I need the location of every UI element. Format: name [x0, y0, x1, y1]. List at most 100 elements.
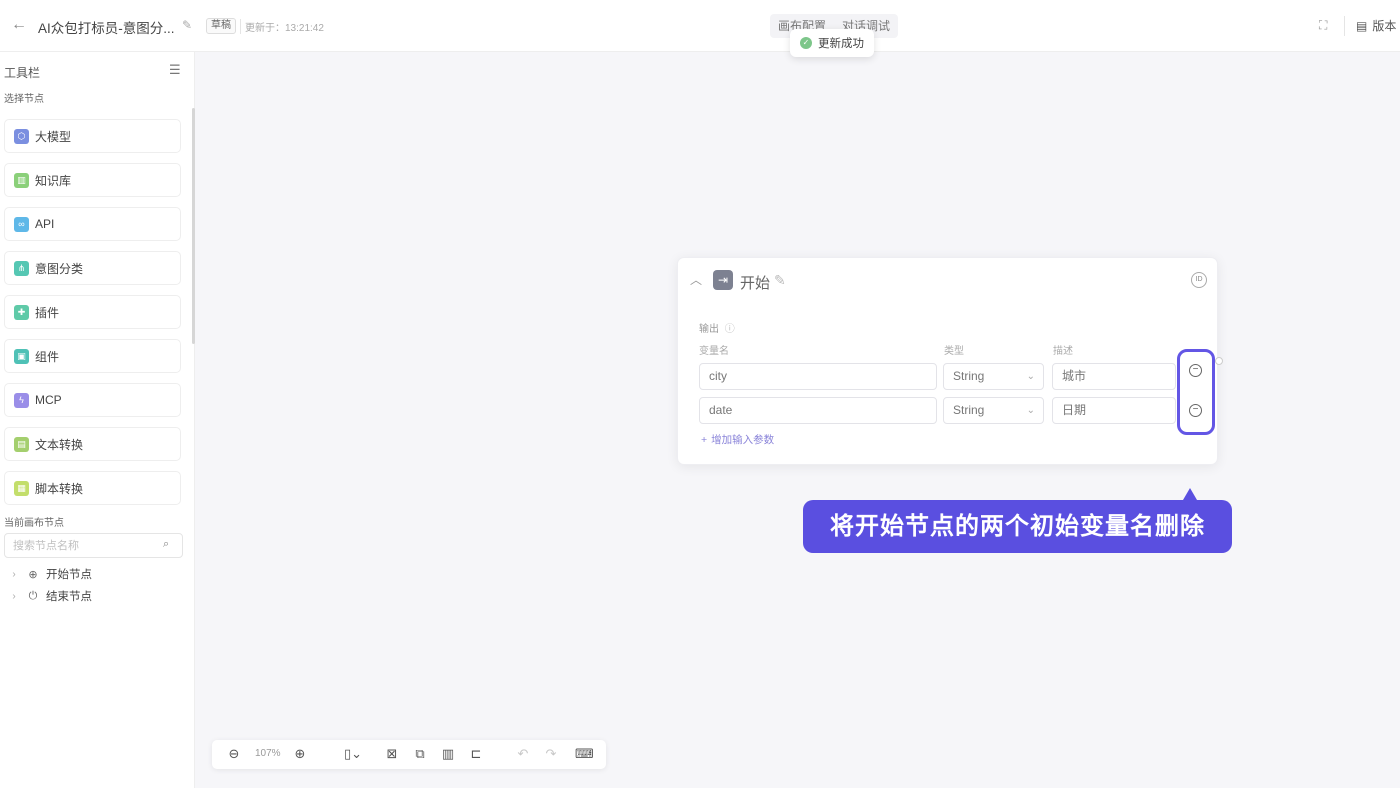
chevron-up-icon[interactable]: ︿: [690, 271, 702, 288]
node-item-intent[interactable]: ⋔ 意图分类: [4, 251, 181, 285]
select-node-label: 选择节点: [4, 94, 44, 105]
node-item-label: API: [35, 217, 55, 231]
add-param-button[interactable]: + 增加输入参数: [701, 432, 774, 447]
edit-icon[interactable]: ✎: [774, 272, 786, 289]
header-divider: [1344, 16, 1345, 36]
node-item-knowledge[interactable]: ▥ 知识库: [4, 163, 181, 197]
bolt-icon: ϟ: [14, 392, 29, 408]
plus-icon: +: [701, 433, 708, 446]
tree-item-end[interactable]: › ⏻ 结束节点: [8, 587, 92, 605]
keyboard-icon[interactable]: ⌨: [575, 745, 594, 763]
node-item-label: 知识库: [35, 173, 72, 188]
var-desc-field[interactable]: 日期: [1052, 397, 1176, 424]
layout-icon[interactable]: ▥: [440, 745, 456, 763]
add-param-label: 增加输入参数: [711, 434, 775, 446]
var-type-select[interactable]: String ⌄: [943, 397, 1044, 424]
zoom-level: 107%: [255, 748, 281, 759]
tree-item-label: 结束节点: [46, 591, 92, 603]
col-header-desc: 描述: [1053, 346, 1073, 357]
minus-circle-icon[interactable]: −: [1189, 364, 1202, 377]
canvas-nodes-label: 当前画布节点: [4, 518, 64, 529]
minimap-icon[interactable]: ⧉: [412, 745, 428, 763]
node-item-api[interactable]: ∞ API: [4, 207, 181, 241]
toolbar-sidebar: 工具栏 ☰ 选择节点 ⬡ 大模型 ▥ 知识库 ∞ API ⋔ 意图分类 ✚ 插件…: [0, 52, 195, 788]
updated-timestamp: 更新于：13:21:42: [240, 19, 324, 34]
node-item-label: MCP: [35, 393, 62, 407]
node-item-label: 脚本转换: [35, 481, 84, 496]
output-section-label: 输出 ⓘ: [699, 320, 735, 335]
fullscreen-icon[interactable]: ⛶: [1319, 18, 1333, 32]
version-label: 版本: [1372, 19, 1397, 33]
plugin-icon: ✚: [14, 304, 29, 320]
node-title: 开始: [740, 275, 771, 292]
component-icon: ▣: [14, 348, 29, 364]
var-desc-field[interactable]: 城市: [1052, 363, 1176, 390]
redo-icon[interactable]: ↷: [543, 745, 559, 763]
undo-icon[interactable]: ↶: [515, 745, 531, 763]
chevron-down-icon: ⌄: [1026, 405, 1035, 416]
node-item-plugin[interactable]: ✚ 插件: [4, 295, 181, 329]
zoom-in-icon[interactable]: ⊕: [292, 745, 308, 763]
chevron-down-icon: ⌄: [1026, 371, 1035, 382]
start-node-icon: ⇥: [713, 270, 733, 290]
node-item-component[interactable]: ▣ 组件: [4, 339, 181, 373]
tree-item-start[interactable]: › ⊕ 开始节点: [8, 565, 92, 583]
app-title: AI众包打标员-意图分...: [38, 21, 175, 36]
book-icon: ▥: [14, 172, 29, 188]
node-item-script-convert[interactable]: ▦ 脚本转换: [4, 471, 181, 505]
output-port[interactable]: [1215, 357, 1223, 365]
toast-message: 更新成功: [818, 38, 864, 50]
id-badge-icon[interactable]: ID: [1191, 272, 1207, 288]
top-header: ← AI众包打标员-意图分... ✎ 草稿 更新于：13:21:42 画布配置 …: [0, 0, 1400, 57]
draft-badge: 草稿: [206, 18, 236, 34]
node-item-label: 意图分类: [35, 261, 84, 276]
instruction-callout: 将开始节点的两个初始变量名删除: [803, 500, 1232, 553]
cube-icon: ⬡: [14, 128, 29, 144]
version-button[interactable]: ▤ 版本: [1356, 17, 1396, 34]
var-name-field[interactable]: city: [699, 363, 937, 390]
edit-title-icon[interactable]: ✎: [182, 18, 196, 32]
chevron-right-icon[interactable]: ›: [8, 591, 20, 602]
canvas-toolbar: ⊖ 107% ⊕ ▯⌄ ⊠ ⧉ ▥ ⊏ ↶ ↷ ⌨: [212, 740, 606, 769]
output-label: 输出: [699, 324, 719, 335]
script-icon: ▦: [14, 480, 29, 496]
start-node-card[interactable]: ︿ ⇥ 开始 ✎ ID 输出 ⓘ 变量名 类型 描述 city String ⌄…: [677, 257, 1223, 465]
node-item-mcp[interactable]: ϟ MCP: [4, 383, 181, 417]
power-icon: ⏻: [28, 589, 38, 602]
success-toast: ✓ 更新成功: [790, 29, 874, 57]
start-icon: ⊕: [28, 568, 38, 581]
node-item-llm[interactable]: ⬡ 大模型: [4, 119, 181, 153]
zoom-out-icon[interactable]: ⊖: [226, 745, 242, 763]
search-node-input[interactable]: [4, 533, 183, 558]
menu-icon[interactable]: ☰: [169, 62, 181, 78]
help-icon[interactable]: ⓘ: [725, 324, 735, 335]
callout-arrow: [1183, 488, 1197, 500]
var-type-value: String: [953, 403, 985, 417]
var-type-select[interactable]: String ⌄: [943, 363, 1044, 390]
col-header-name: 变量名: [699, 346, 729, 357]
var-type-value: String: [953, 369, 985, 383]
col-header-type: 类型: [944, 346, 964, 357]
sidebar-scrollbar[interactable]: [192, 108, 195, 344]
node-item-label: 大模型: [35, 129, 72, 144]
highlight-annotation: [1177, 349, 1215, 435]
node-item-label: 插件: [35, 305, 60, 320]
link-icon: ∞: [14, 216, 29, 232]
align-icon[interactable]: ⊏: [468, 745, 484, 763]
mouse-mode-icon[interactable]: ▯⌄: [340, 745, 366, 763]
fit-view-icon[interactable]: ⊠: [384, 745, 400, 763]
search-icon[interactable]: ⌕: [163, 538, 169, 551]
chevron-right-icon[interactable]: ›: [8, 569, 20, 580]
tree-item-label: 开始节点: [46, 569, 92, 581]
back-arrow-icon[interactable]: ←: [10, 16, 28, 34]
branch-icon: ⋔: [14, 260, 29, 276]
node-item-label: 组件: [35, 349, 60, 364]
check-circle-icon: ✓: [800, 37, 812, 49]
var-name-field[interactable]: date: [699, 397, 937, 424]
node-item-text-convert[interactable]: ▤ 文本转换: [4, 427, 181, 461]
text-icon: ▤: [14, 436, 29, 452]
node-item-label: 文本转换: [35, 437, 84, 452]
toolbar-title: 工具栏: [4, 66, 41, 80]
minus-circle-icon[interactable]: −: [1189, 404, 1202, 417]
version-icon: ▤: [1356, 18, 1368, 33]
